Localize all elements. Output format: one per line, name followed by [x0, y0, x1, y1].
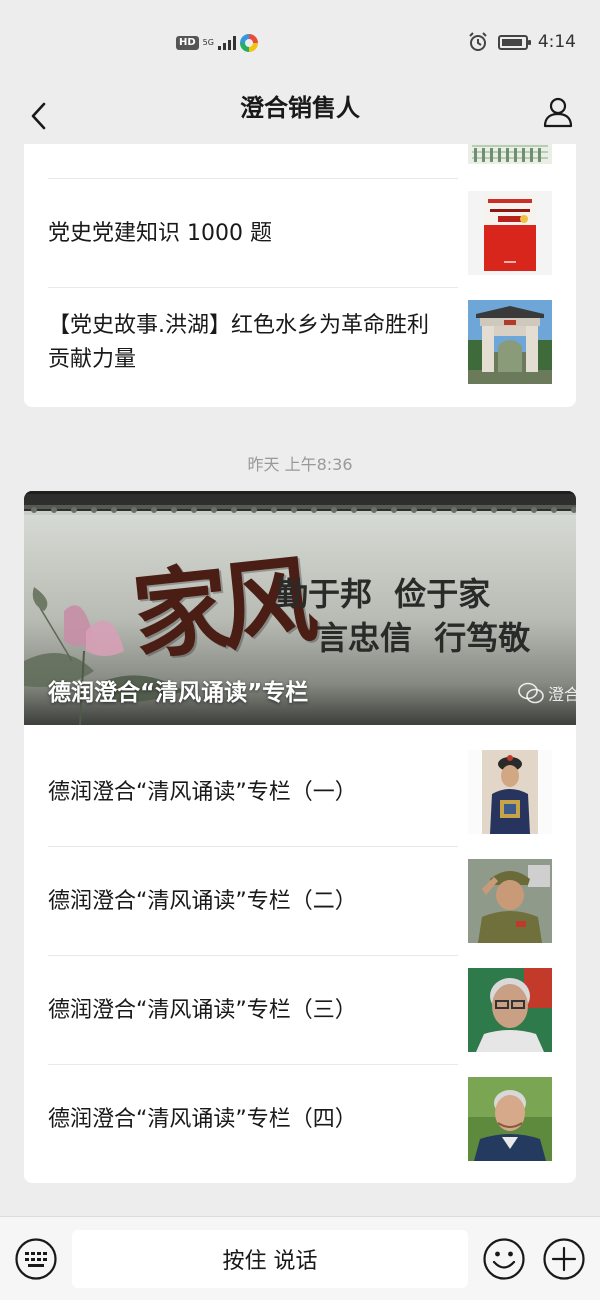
book-cover-thumbnail — [468, 191, 552, 275]
emoji-icon[interactable] — [482, 1237, 526, 1281]
article-title: 【党史故事.洪湖】红色水乡为革命胜利贡献力量 — [48, 312, 429, 372]
article-card-previous: 党史党建知识 1000 题 【党史故事.洪湖】红色水乡为革命胜利贡献力量 — [24, 144, 576, 407]
cover-watermark: 澄合 — [518, 681, 576, 705]
article-item[interactable]: 【党史故事.洪湖】红色水乡为革命胜利贡献力量 — [48, 288, 552, 397]
status-time: 4:14 — [537, 32, 576, 52]
cover-article[interactable]: 家风 勤于邦 俭于家 言忠信 行笃敬 澄合 德润澄合“清风诵读”专栏 — [24, 491, 576, 725]
portrait-man-thumbnail — [468, 1077, 552, 1161]
cover-caption: 德润澄合“清风诵读”专栏 — [48, 680, 309, 706]
battery-icon — [497, 34, 531, 50]
hold-to-talk-button[interactable]: 按住 说话 — [72, 1230, 468, 1288]
article-item[interactable]: 党史党建知识 1000 题 — [48, 179, 552, 288]
chat-content[interactable]: 党史党建知识 1000 题 【党史故事.洪湖】红色水乡为革命胜利贡献力量 昨天 … — [0, 144, 600, 1216]
article-item[interactable]: 德润澄合“清风诵读”专栏（三） — [48, 956, 552, 1065]
memorial-gate-thumbnail — [468, 300, 552, 384]
page-title: 澄合销售人 — [240, 94, 360, 122]
article-title: 德润澄合“清风诵读”专栏（二） — [48, 888, 357, 914]
article-item[interactable]: 德润澄合“清风诵读”专栏（二） — [48, 847, 552, 956]
keyboard-icon[interactable] — [14, 1237, 58, 1281]
article-card-main: 家风 勤于邦 俭于家 言忠信 行笃敬 澄合 德润澄合“清风诵读”专栏 德润澄合“… — [24, 491, 576, 1183]
profile-button[interactable] — [538, 92, 578, 132]
status-bar: HD 5G 4:14 — [0, 0, 600, 88]
message-timestamp: 昨天 上午8:36 — [247, 455, 353, 474]
nav-bar: 澄合销售人 — [0, 88, 600, 144]
cover-line-1: 勤于邦 俭于家 — [276, 575, 491, 613]
status-right-icons: 4:14 — [468, 32, 576, 52]
portrait-elder-thumbnail — [468, 968, 552, 1052]
cover-line-2: 言忠信 行笃敬 — [316, 619, 531, 657]
signal-icon — [217, 36, 236, 50]
article-title: 德润澄合“清风诵读”专栏（四） — [48, 1106, 357, 1132]
hd-icon: HD — [176, 36, 199, 50]
article-title: 德润澄合“清风诵读”专栏（三） — [48, 997, 357, 1023]
portrait-veteran-thumbnail — [468, 859, 552, 943]
document-thumbnail[interactable] — [468, 144, 552, 164]
plus-icon[interactable] — [542, 1237, 586, 1281]
article-item[interactable]: 德润澄合“清风诵读”专栏（四） — [48, 1065, 552, 1174]
article-item[interactable]: 德润澄合“清风诵读”专栏（一） — [48, 738, 552, 847]
profile-icon — [543, 97, 573, 128]
input-bar: 按住 说话 — [0, 1216, 600, 1300]
article-title: 党史党建知识 1000 题 — [48, 220, 272, 246]
wechat-icon — [518, 682, 544, 704]
network-type: 5G — [202, 38, 214, 47]
back-arrow-icon — [31, 102, 46, 130]
alarm-icon — [469, 32, 487, 51]
status-left-icons: HD 5G — [176, 34, 258, 52]
back-button[interactable] — [18, 96, 58, 136]
article-title: 德润澄合“清风诵读”专栏（一） — [48, 779, 357, 805]
app-notification-icon — [239, 34, 258, 52]
portrait-official-thumbnail — [468, 750, 552, 834]
